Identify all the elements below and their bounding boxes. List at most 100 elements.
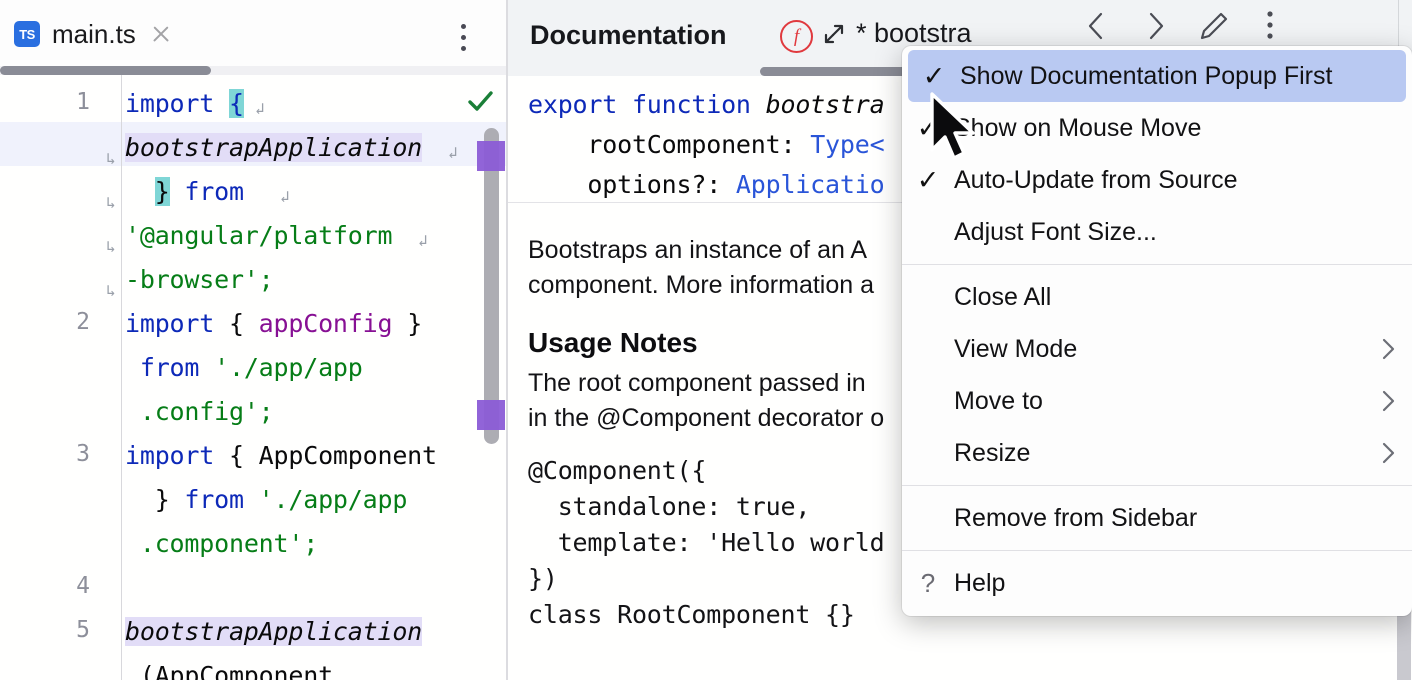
code-line[interactable]: import { AppComponent xyxy=(125,441,437,470)
code-line[interactable]: '@angular/platform xyxy=(125,221,392,250)
code-line[interactable]: bootstrapApplication xyxy=(125,133,422,162)
checkmark-ok-icon[interactable] xyxy=(466,88,494,116)
editor-horizontal-scrollbar-thumb[interactable] xyxy=(0,66,211,75)
code-token: from xyxy=(184,177,243,206)
code-token: './app/app xyxy=(214,353,363,382)
page-title: Documentation xyxy=(530,20,727,51)
code-token: } xyxy=(125,485,184,514)
code-line[interactable]: .component'; xyxy=(125,529,318,558)
signature-line: export function bootstra xyxy=(528,90,884,119)
code-line[interactable]: (AppComponent, xyxy=(125,661,348,680)
menu-separator xyxy=(902,264,1412,265)
code-line[interactable]: bootstrapApplication xyxy=(125,617,422,646)
more-options-icon[interactable] xyxy=(461,24,469,54)
menu-separator xyxy=(902,485,1412,486)
menu-separator xyxy=(902,550,1412,551)
code-token xyxy=(125,177,155,206)
soft-wrap-icon: ↲ xyxy=(280,187,290,206)
code-token: { AppComponent xyxy=(229,441,437,470)
code-token xyxy=(125,353,140,382)
code-line[interactable]: import { xyxy=(125,89,244,118)
menu-item-adjust-font-size[interactable]: Adjust Font Size... xyxy=(902,206,1412,258)
menu-item-show-documentation-popup-first[interactable]: ✓Show Documentation Popup First xyxy=(908,50,1406,102)
soft-wrap-icon: ↲ xyxy=(448,143,458,162)
signature-line: options?: Applicatio xyxy=(528,170,884,199)
code-token: from xyxy=(184,485,243,514)
signature-line: rootComponent: Type< xyxy=(528,130,884,159)
code-token xyxy=(244,485,259,514)
code-token: import xyxy=(125,441,229,470)
code-token: bootstrapApplication xyxy=(125,133,422,162)
menu-item-remove-from-sidebar[interactable]: Remove from Sidebar xyxy=(902,492,1412,544)
menu-item-auto-update-from-source[interactable]: ✓Auto-Update from Source xyxy=(902,154,1412,206)
code-area[interactable]: 1 import { bootstrapApplication ↳ } from ↳ '@… xyxy=(0,75,507,680)
code-line[interactable]: } from xyxy=(125,177,244,206)
code-token xyxy=(170,177,185,206)
soft-wrap-icon: ↳ xyxy=(106,237,116,256)
question-mark-icon: ? xyxy=(902,568,954,599)
forward-arrow-icon[interactable] xyxy=(1136,6,1176,46)
code-token: '@angular/platform xyxy=(125,221,392,250)
code-token: { xyxy=(229,309,259,338)
code-token: } xyxy=(155,177,170,206)
code-token xyxy=(199,353,214,382)
code-token: './app/app xyxy=(259,485,408,514)
menu-item-label: Remove from Sidebar xyxy=(954,504,1366,533)
line-number: 1 xyxy=(0,89,90,115)
menu-item-close-all[interactable]: Close All xyxy=(902,271,1412,323)
code-line[interactable]: from './app/app xyxy=(125,353,363,382)
close-icon[interactable] xyxy=(148,21,174,47)
menu-item-move-to[interactable]: Move to xyxy=(902,375,1412,427)
line-number: 3 xyxy=(0,441,90,467)
menu-item-label: Adjust Font Size... xyxy=(954,218,1366,247)
code-token: import xyxy=(125,89,229,118)
code-token xyxy=(125,397,140,426)
code-line[interactable]: -browser'; xyxy=(125,265,274,294)
code-token: .config'; xyxy=(140,397,274,426)
code-line[interactable]: } from './app/app xyxy=(125,485,407,514)
typescript-file-icon: TS xyxy=(14,21,40,47)
signature-token: Type< xyxy=(810,130,884,159)
code-token: from xyxy=(140,353,199,382)
menu-item-label: Show on Mouse Move xyxy=(954,114,1366,143)
breadcrumb[interactable]: * bootstra xyxy=(856,18,972,49)
documentation-paragraph: Bootstraps an instance of an A xyxy=(528,236,867,265)
signature-token: Applicatio xyxy=(736,170,885,199)
chevron-right-icon xyxy=(1366,388,1412,414)
menu-item-label: Auto-Update from Source xyxy=(954,166,1366,195)
line-number: 5 xyxy=(0,617,90,643)
editor-tabbar: TS main.ts xyxy=(0,0,507,68)
code-sample-line: @Component({ xyxy=(528,456,706,485)
soft-wrap-icon: ↲ xyxy=(255,99,265,118)
open-in-external-window-icon[interactable] xyxy=(822,22,846,46)
back-arrow-icon[interactable] xyxy=(1076,6,1116,46)
menu-item-help[interactable]: ?Help xyxy=(902,557,1412,609)
code-sample-line: standalone: true, xyxy=(528,492,810,521)
scrollbar-usage-marker[interactable] xyxy=(477,400,505,430)
usage-notes-heading: Usage Notes xyxy=(528,327,698,359)
editor-tab-main-ts[interactable]: TS main.ts xyxy=(14,14,174,54)
toolbar-divider xyxy=(1398,0,1399,52)
menu-item-view-mode[interactable]: View Mode xyxy=(902,323,1412,375)
checkmark-icon: ✓ xyxy=(902,115,954,142)
scrollbar-usage-marker[interactable] xyxy=(477,141,505,171)
function-marker-icon: f xyxy=(780,20,813,53)
soft-wrap-icon: ↳ xyxy=(106,281,116,300)
checkmark-icon: ✓ xyxy=(908,63,960,90)
menu-item-show-on-mouse-move[interactable]: ✓Show on Mouse Move xyxy=(902,102,1412,154)
soft-wrap-icon: ↳ xyxy=(106,149,116,168)
signature-token: bootstra xyxy=(766,90,885,119)
usage-notes-paragraph: in the @Component decorator o xyxy=(528,404,884,433)
editor-vertical-scrollbar-thumb[interactable] xyxy=(484,128,499,444)
more-options-icon[interactable] xyxy=(1250,6,1290,46)
app-window: TS main.ts 1 import { bootstrapApplication… xyxy=(0,0,1412,680)
code-line[interactable]: .config'; xyxy=(125,397,274,426)
edit-source-icon[interactable] xyxy=(1194,6,1234,46)
menu-item-resize[interactable]: Resize xyxy=(902,427,1412,479)
code-line[interactable]: import { appConfig } xyxy=(125,309,422,338)
menu-item-label: Help xyxy=(954,569,1366,598)
documentation-paragraph: component. More information a xyxy=(528,271,874,300)
line-number: 4 xyxy=(0,573,90,599)
documentation-context-menu[interactable]: ✓Show Documentation Popup First✓Show on … xyxy=(902,46,1412,616)
soft-wrap-icon: ↳ xyxy=(106,193,116,212)
